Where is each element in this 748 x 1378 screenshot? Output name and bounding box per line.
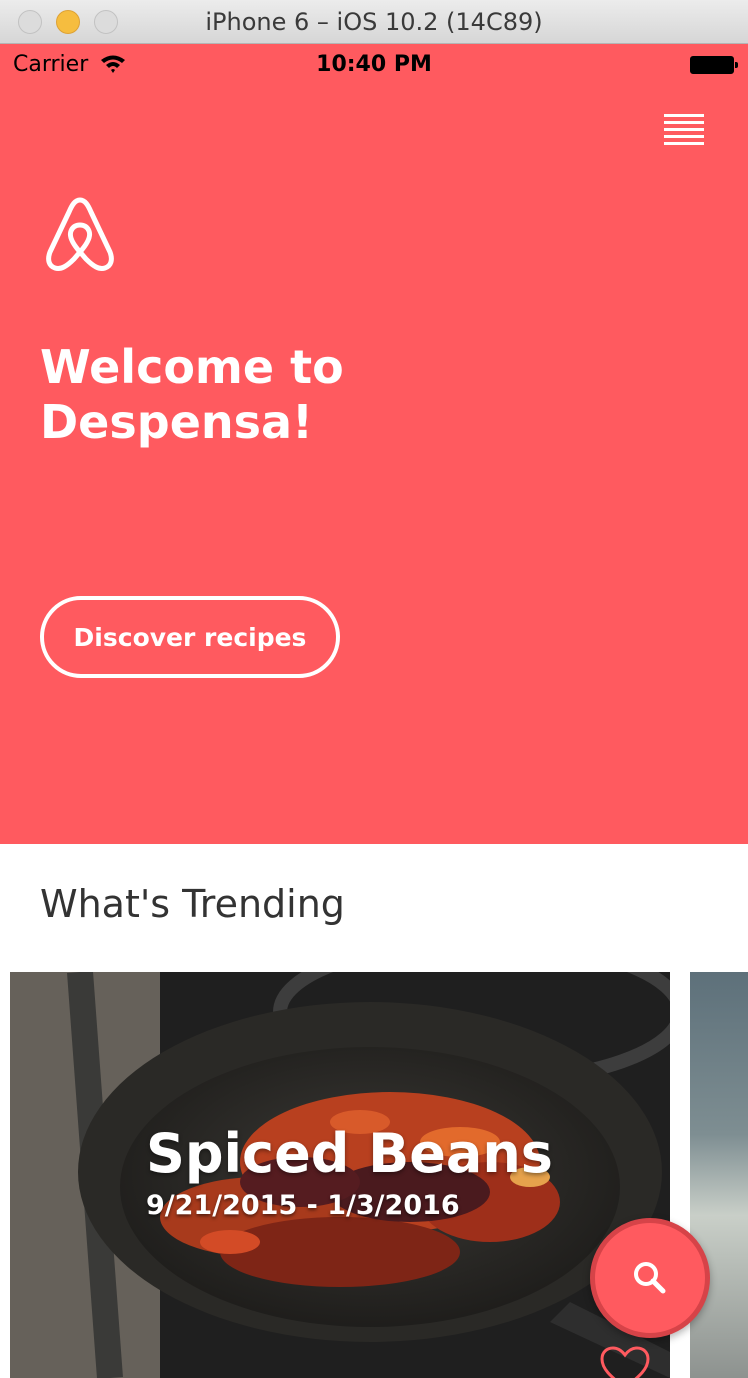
trending-card[interactable]: Spiced Beans 9/21/2015 - 1/3/2016 — [10, 972, 670, 1378]
trending-card-next-peek[interactable] — [690, 972, 748, 1378]
battery-icon — [690, 56, 738, 74]
search-icon — [634, 1262, 666, 1294]
section-heading-trending: What's Trending — [40, 882, 345, 926]
search-fab-button[interactable] — [590, 1218, 710, 1338]
status-time: 10:40 PM — [316, 52, 432, 77]
airbnb-belo-icon — [46, 197, 114, 271]
hamburger-menu-icon[interactable] — [664, 114, 704, 146]
welcome-line-1: Welcome to — [40, 340, 344, 394]
heart-outline-icon[interactable] — [598, 1344, 652, 1378]
welcome-heading: Welcome to Despensa! — [40, 340, 344, 450]
simulator-titlebar: iPhone 6 – iOS 10.2 (14C89) — [0, 0, 748, 44]
status-bar: Carrier 10:40 PM — [0, 44, 748, 84]
discover-recipes-button[interactable]: Discover recipes — [40, 596, 340, 678]
card-title: Spiced Beans — [146, 1122, 553, 1185]
hero-section: Carrier 10:40 PM Welcome to Despensa! Di… — [0, 44, 748, 844]
welcome-line-2: Despensa! — [40, 395, 314, 449]
card-dates: 9/21/2015 - 1/3/2016 — [146, 1190, 460, 1221]
window-title: iPhone 6 – iOS 10.2 (14C89) — [205, 8, 543, 36]
